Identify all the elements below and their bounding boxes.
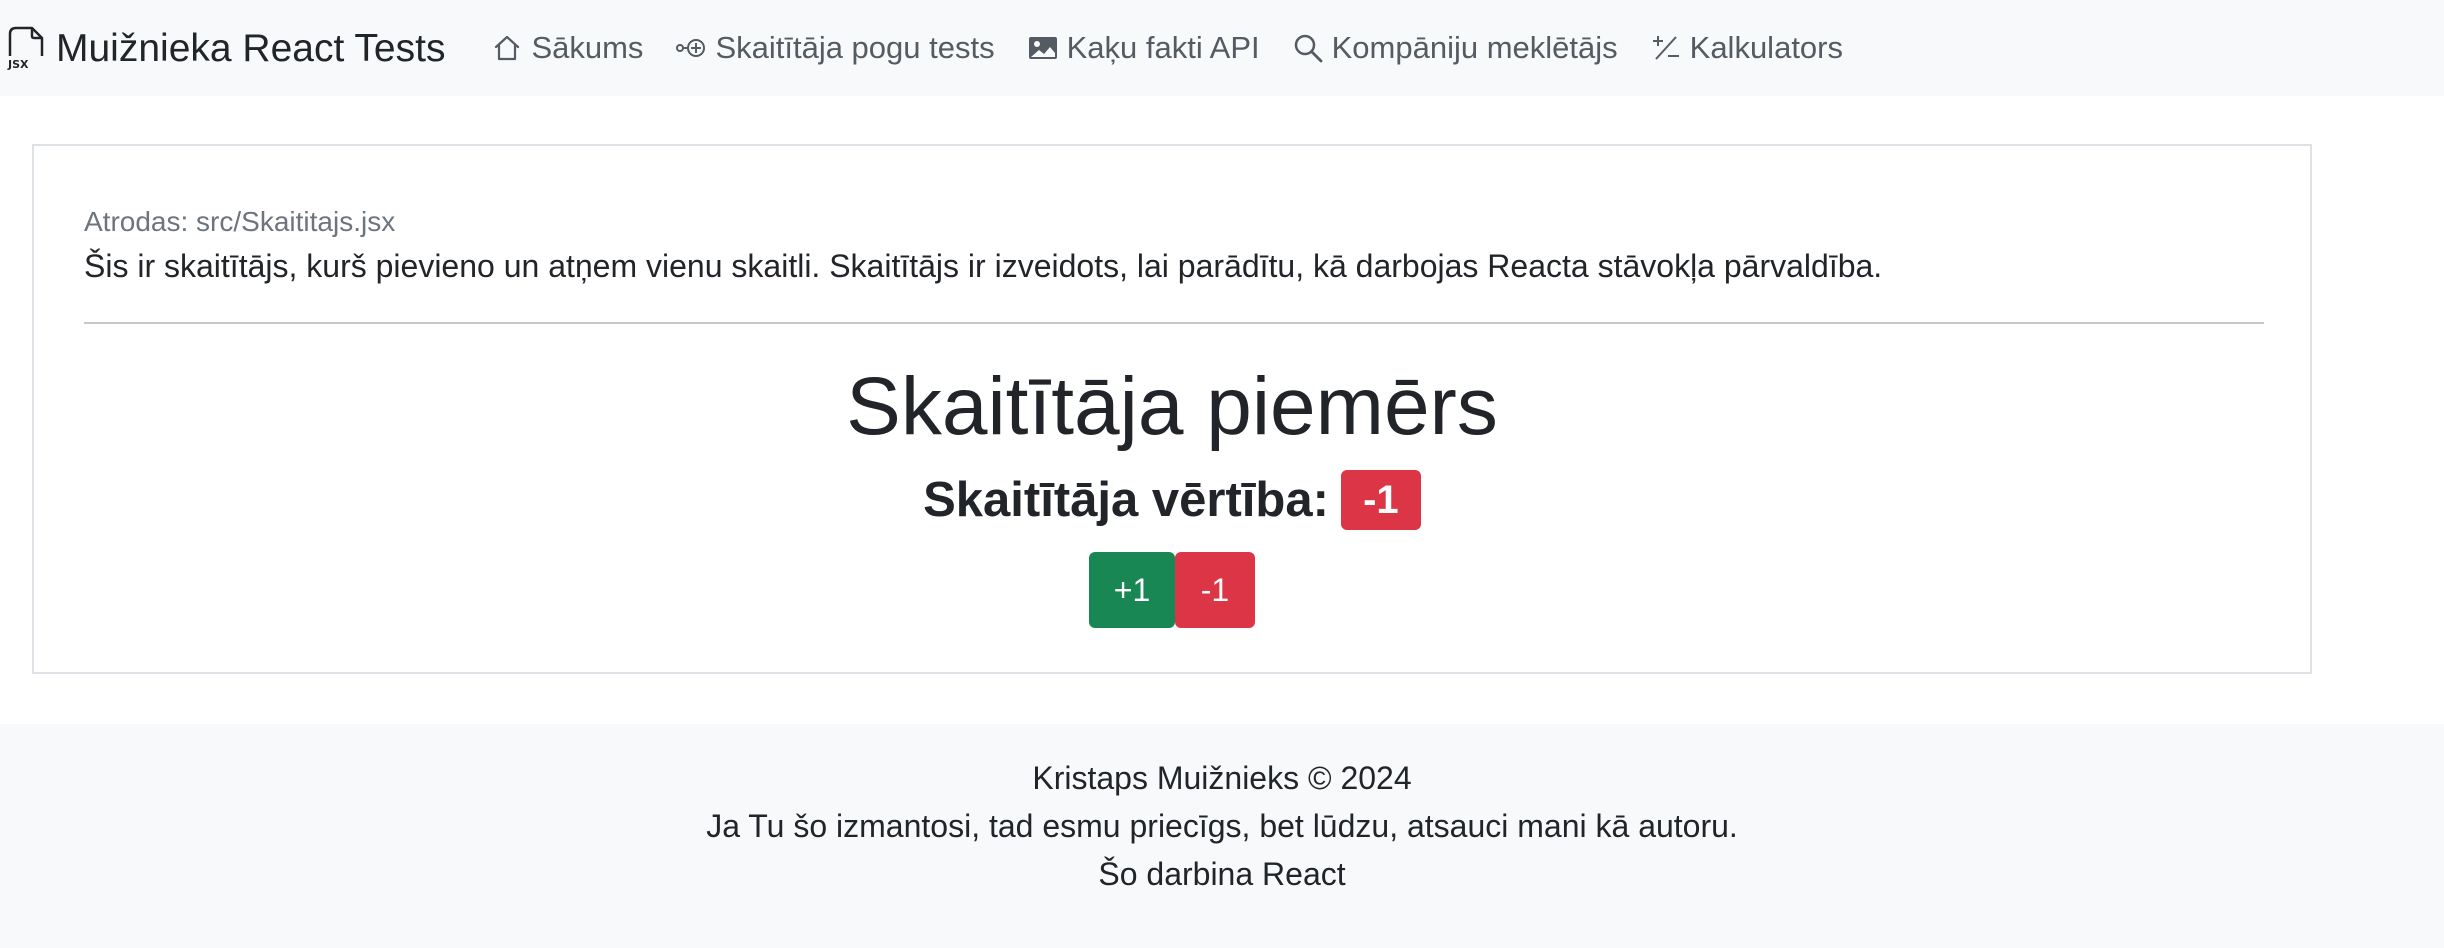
nav-link-counter-buttons-test-label: Skaitītāja pogu tests [715, 30, 995, 65]
nav-link-calculator[interactable]: Kalkulators [1650, 30, 1843, 66]
search-icon [1294, 34, 1323, 63]
counter-value-badge: -1 [1340, 470, 1421, 530]
brand-title: Muižnieka React Tests [56, 26, 446, 70]
increment-button[interactable]: +1 [1089, 552, 1175, 628]
nav-link-calculator-label: Kalkulators [1689, 30, 1843, 65]
navbar-brand[interactable]: JSX Muižnieka React Tests [6, 26, 445, 70]
counter-card: Atrodas: src/Skaititajs.jsx Šis ir skait… [32, 144, 2312, 674]
nav-link-company-search-label: Kompāniju meklētājs [1331, 30, 1618, 65]
counter-buttons: +1 -1 [34, 552, 2310, 628]
plus-slash-minus-icon [1652, 36, 1679, 60]
footer-attribution-note: Ja Tu šo izmantosi, tad esmu priecīgs, b… [706, 808, 1738, 844]
house-icon [495, 35, 520, 61]
decrement-button[interactable]: -1 [1175, 552, 1255, 628]
page-title: Skaitītāja piemērs [846, 361, 1498, 452]
counter-value-label: Skaitītāja vērtība: [923, 473, 1329, 527]
nav-link-company-search[interactable]: Kompāniju meklētājs [1292, 30, 1618, 66]
page-description: Šis ir skaitītājs, kurš pievieno un atņe… [84, 248, 1883, 284]
navbar: JSX Muižnieka React Tests Sākums Skaitīt… [0, 0, 2444, 96]
nav-link-cat-facts-api-label: Kaķu fakti API [1066, 30, 1260, 65]
key-plus-icon [676, 39, 706, 57]
nav-link-cat-facts-api[interactable]: Kaķu fakti API [1027, 30, 1260, 66]
nav-link-home-label: Sākums [531, 30, 644, 65]
nav-link-counter-buttons-test[interactable]: Skaitītāja pogu tests [675, 30, 995, 66]
nav-link-home[interactable]: Sākums [491, 30, 643, 66]
footer-powered-by: Šo darbina React [1098, 856, 1346, 892]
footer: Kristaps Muižnieks © 2024 Ja Tu šo izman… [0, 724, 2444, 948]
file-jsx-icon: JSX [7, 26, 44, 70]
image-icon [1028, 37, 1057, 59]
svg-text:JSX: JSX [7, 58, 29, 70]
footer-copyright: Kristaps Muižnieks © 2024 [1032, 760, 1412, 796]
divider [84, 322, 2264, 324]
source-location: Atrodas: src/Skaititajs.jsx [84, 206, 396, 237]
counter-value-row: Skaitītāja vērtība: -1 [34, 470, 2310, 530]
